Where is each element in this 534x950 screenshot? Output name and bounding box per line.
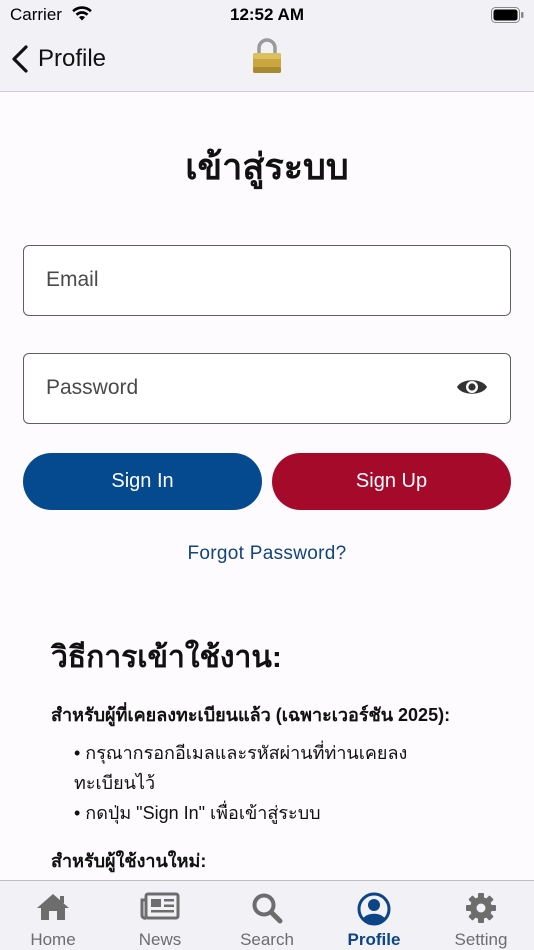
password-field-container [23, 353, 511, 424]
eye-icon[interactable] [456, 375, 488, 404]
login-content: เข้าสู่ระบบ Sign In Sign Up Forgot Passw… [0, 92, 534, 880]
tab-search[interactable]: Search [214, 881, 320, 950]
tab-label: Search [240, 930, 294, 949]
tab-label: Profile [347, 930, 401, 949]
tab-label: Setting [454, 930, 508, 949]
new-users-heading: สำหรับผู้ใช้งานใหม่: [51, 851, 207, 871]
back-button-label: Profile [38, 45, 107, 72]
tab-home[interactable]: Home [0, 881, 106, 950]
existing-users-heading: สำหรับผู้ที่เคยลงทะเบียนแล้ว (เฉพาะเวอร์… [51, 705, 451, 725]
email-input[interactable] [46, 246, 446, 314]
lock-icon [251, 38, 283, 79]
tab-setting[interactable]: Setting [428, 881, 534, 950]
tab-label: Home [30, 930, 76, 949]
instruction-line: • กรุณากรอกอีเมลและรหัสผ่านที่ท่านเคยลง [74, 743, 408, 763]
search-icon [251, 892, 283, 929]
password-input[interactable] [46, 354, 446, 422]
back-button[interactable]: Profile [10, 44, 106, 74]
sign-up-button[interactable]: Sign Up [272, 453, 511, 510]
chevron-left-icon [12, 45, 28, 73]
tab-profile[interactable]: Profile [321, 881, 427, 950]
tab-bar: Home News Search Profile Setting [0, 880, 534, 950]
home-icon [36, 892, 70, 927]
status-bar: Carrier 12:52 AM [0, 0, 534, 30]
tab-label: News [138, 930, 182, 949]
battery-icon [491, 7, 524, 28]
forgot-password-link[interactable]: Forgot Password? [0, 543, 534, 565]
newspaper-icon [140, 892, 180, 925]
instruction-line: • กดปุ่ม "Sign In" เพื่อเข้าสู่ระบบ [74, 803, 321, 823]
tab-news[interactable]: News [107, 881, 213, 950]
instructions-title: วิธีการเข้าใช้งาน: [51, 641, 282, 674]
page-title: เข้าสู่ระบบ [185, 146, 349, 187]
status-time: 12:52 AM [229, 5, 304, 24]
gear-icon [465, 892, 497, 929]
sign-in-button[interactable]: Sign In [23, 453, 262, 510]
instruction-line: ทะเบียนไว้ [74, 773, 156, 793]
email-field-container [23, 245, 511, 316]
profile-icon [357, 892, 391, 931]
navigation-bar: Profile [0, 30, 534, 92]
existing-users-instructions: • กรุณากรอกอีเมลและรหัสผ่านที่ท่านเคยลง … [74, 738, 474, 828]
